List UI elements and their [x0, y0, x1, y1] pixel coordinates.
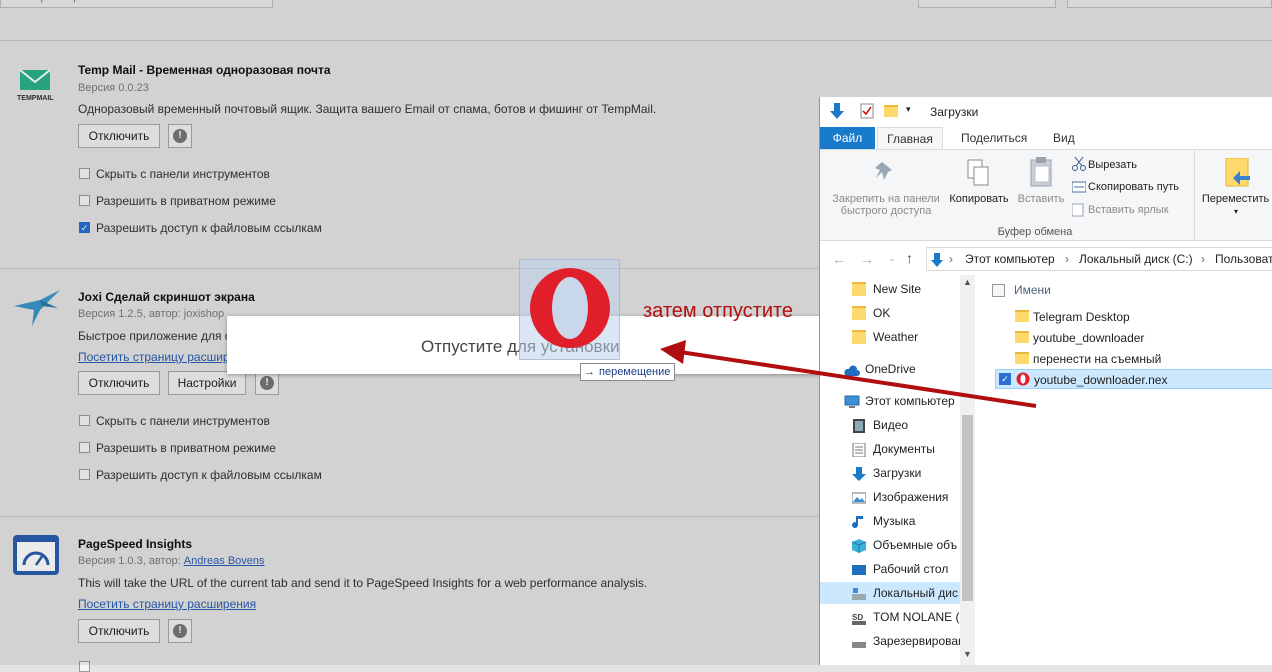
drive-icon	[852, 586, 866, 600]
up-arrow-icon[interactable]: ↑	[906, 250, 913, 266]
nav-item-desktop[interactable]: Рабочий стол	[820, 558, 960, 580]
breadcrumb[interactable]: › Этот компьютер › Локальный диск (C:) ›…	[926, 247, 1272, 271]
film-icon	[852, 418, 866, 433]
window-title: Загрузки	[930, 105, 979, 119]
picture-icon	[851, 490, 867, 504]
chevron-right-icon: ›	[949, 252, 953, 266]
breadcrumb-local-disk[interactable]: Локальный диск (C:)	[1079, 248, 1193, 270]
scroll-down-icon[interactable]: ▼	[963, 649, 972, 659]
document-icon	[852, 442, 866, 458]
pin-quick-access-button[interactable]: Закрепить на панели быстрого доступа	[826, 193, 946, 217]
tab-share[interactable]: Поделиться	[961, 127, 1027, 149]
computer-icon	[844, 394, 860, 408]
folder-icon	[1015, 352, 1029, 364]
nav-item-ok[interactable]: OK	[820, 302, 960, 324]
nav-item-sd-card[interactable]: SD TOM NOLANE (I	[820, 606, 960, 628]
copy-button[interactable]: Копировать	[946, 193, 1012, 205]
ribbon-tabs: Файл Главная Поделиться Вид	[820, 127, 1272, 149]
clipboard-group-label: Буфер обмена	[997, 226, 1073, 238]
recent-locations-icon[interactable]: ⌄	[888, 253, 896, 264]
new-folder-icon[interactable]	[884, 105, 898, 117]
folder-icon	[852, 330, 866, 344]
list-item-selected[interactable]: ✓ youtube_downloader.nex	[995, 369, 1272, 389]
copy-path-button[interactable]: Скопировать путь	[1088, 181, 1179, 193]
nav-item-local-disk[interactable]: Локальный дис	[820, 582, 960, 604]
sd-card-icon: SD	[852, 610, 866, 625]
scrollbar-thumb[interactable]	[962, 415, 973, 601]
music-icon	[852, 514, 866, 529]
paste-icon	[1029, 156, 1053, 191]
column-header-name[interactable]: Имени	[1014, 283, 1051, 297]
nav-item-videos[interactable]: Видео	[820, 414, 960, 436]
back-arrow-icon[interactable]: ←	[832, 251, 846, 267]
copy-icon	[966, 158, 990, 191]
cut-button[interactable]: Вырезать	[1088, 159, 1137, 171]
properties-icon[interactable]	[860, 103, 874, 119]
forward-arrow-icon[interactable]: →	[860, 251, 874, 267]
move-to-icon	[1224, 157, 1252, 193]
pin-icon	[874, 160, 896, 187]
folder-icon	[1015, 331, 1029, 343]
navigation-pane: New Site OK Weather OneDrive Этот компью…	[820, 275, 975, 665]
chevron-right-icon: ›	[1201, 252, 1205, 266]
move-tooltip: → перемещение	[580, 363, 676, 381]
cube-icon	[851, 538, 867, 553]
file-explorer-window[interactable]: ▾ Загрузки Файл Главная Поделиться Вид З…	[819, 97, 1272, 665]
address-bar: ← → ⌄ ↑ › Этот компьютер › Локальный дис…	[820, 247, 1272, 271]
move-to-button[interactable]: Переместить в	[1200, 193, 1272, 205]
paste-shortcut-icon	[1071, 203, 1084, 220]
nav-item-this-pc[interactable]: Этот компьютер	[820, 390, 960, 412]
annotation-text: затем отпустите	[643, 300, 794, 322]
chevron-down-icon: ▾	[1234, 207, 1239, 216]
tab-home[interactable]: Главная	[877, 127, 943, 149]
select-all-checkbox[interactable]	[992, 284, 1005, 297]
paste-button[interactable]: Вставить	[1015, 193, 1067, 205]
paste-shortcut-button[interactable]: Вставить ярлык	[1088, 204, 1169, 216]
nav-item-weather[interactable]: Weather	[820, 326, 960, 348]
navigation-scrollbar[interactable]: ▲ ▼	[960, 275, 975, 665]
list-item[interactable]: перенести на съемный	[995, 349, 1272, 369]
file-list: Имени Telegram Desktop youtube_downloade…	[990, 275, 1272, 665]
nav-item-3d-objects[interactable]: Объемные объ	[820, 534, 960, 556]
ribbon: Закрепить на панели быстрого доступа Коп…	[820, 149, 1272, 241]
nav-item-downloads[interactable]: Загрузки	[820, 462, 960, 484]
folder-icon	[1015, 310, 1029, 322]
folder-icon	[852, 306, 866, 320]
scissors-icon	[1072, 156, 1086, 174]
opera-file-icon	[1016, 372, 1030, 386]
breadcrumb-users[interactable]: Пользовате	[1215, 248, 1272, 270]
dragged-file-icon	[519, 259, 620, 360]
folder-icon	[852, 282, 866, 296]
cloud-icon	[844, 362, 860, 376]
desktop-icon	[852, 562, 866, 576]
download-arrow-icon	[931, 252, 943, 274]
nav-item-new-site[interactable]: New Site	[820, 278, 960, 300]
nav-item-pictures[interactable]: Изображения	[820, 486, 960, 508]
list-item[interactable]: Telegram Desktop	[995, 307, 1272, 327]
breadcrumb-this-pc[interactable]: Этот компьютер	[965, 248, 1055, 270]
copy-path-icon	[1071, 181, 1087, 196]
arrow-right-icon: →	[584, 366, 595, 378]
tab-view[interactable]: Вид	[1053, 127, 1075, 149]
download-arrow-icon	[852, 466, 866, 481]
svg-text:SD: SD	[852, 613, 863, 622]
item-checkbox[interactable]: ✓	[999, 373, 1011, 385]
ribbon-separator	[1194, 150, 1195, 240]
download-arrow-icon	[830, 103, 844, 119]
chevron-right-icon: ›	[1065, 252, 1069, 266]
nav-item-music[interactable]: Музыка	[820, 510, 960, 532]
tab-file[interactable]: Файл	[820, 127, 875, 149]
quick-access-dropdown-icon[interactable]: ▾	[906, 104, 911, 115]
nav-item-reserved[interactable]: Зарезервирован	[820, 630, 960, 652]
list-item[interactable]: youtube_downloader	[995, 328, 1272, 348]
nav-item-onedrive[interactable]: OneDrive	[820, 358, 960, 380]
drive-icon	[852, 634, 866, 648]
nav-item-documents[interactable]: Документы	[820, 438, 960, 460]
scroll-up-icon[interactable]: ▲	[963, 277, 972, 287]
